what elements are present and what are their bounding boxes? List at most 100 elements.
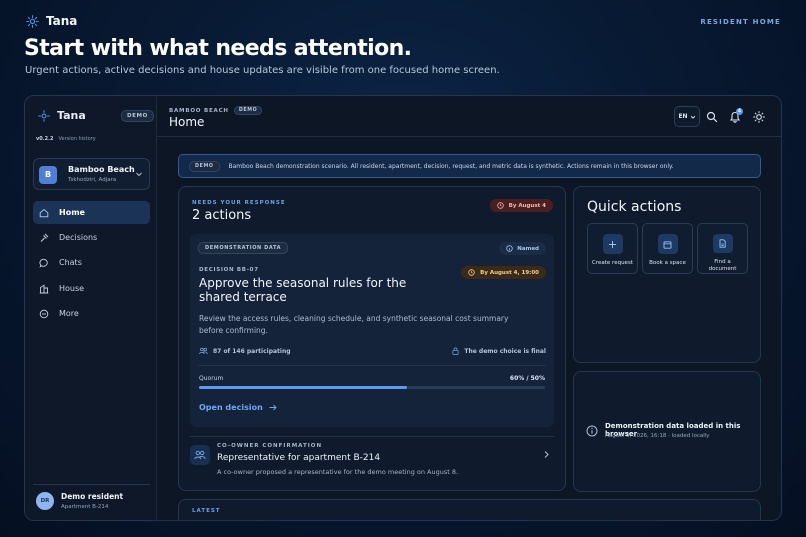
- section-label: RESIDENT HOME: [700, 18, 781, 26]
- document-icon: [719, 239, 726, 248]
- needs-eyebrow: NEEDS YOUR RESPONSE: [192, 200, 286, 206]
- sidebar-item-decisions[interactable]: Decisions: [33, 226, 150, 249]
- find-document-label: Find a document: [708, 259, 737, 272]
- brand: Tana: [26, 14, 77, 28]
- space-selector[interactable]: B Bamboo Beach Tskhodziri, Adjara: [33, 158, 150, 190]
- quorum-value: 60% / 50%: [509, 375, 545, 382]
- create-request-label: Create request: [592, 260, 633, 266]
- space-name: Bamboo Beach: [68, 165, 135, 174]
- coowner-icon-box: [190, 445, 210, 465]
- demo-banner: DEMO Bamboo Beach demonstration scenario…: [178, 154, 761, 178]
- sidebar-item-home[interactable]: Home: [33, 201, 150, 224]
- quick-actions-title: Quick actions: [587, 199, 682, 215]
- sidebar-item-house[interactable]: House: [33, 277, 150, 300]
- demo-badge: DEMO: [121, 110, 154, 122]
- decision-deadline-text: By August 4, 19:00: [480, 269, 539, 276]
- actions-count: 2 actions: [192, 208, 252, 223]
- info-icon: [586, 425, 598, 437]
- sidebar-item-label: More: [59, 309, 79, 318]
- more-icon: [39, 309, 49, 318]
- create-request-button[interactable]: Create request: [587, 223, 638, 274]
- header-divider: [157, 136, 781, 137]
- find-document-button[interactable]: Find a document: [697, 223, 748, 274]
- building-icon: [39, 283, 49, 293]
- decision-card[interactable]: DEMONSTRATION DATA Named DECISION BB-07 …: [190, 234, 554, 427]
- chat-icon: [39, 258, 48, 268]
- calendar-icon: [663, 240, 672, 249]
- data-status-card: Demonstration data loaded in this browse…: [573, 371, 761, 492]
- sun-icon[interactable]: [753, 111, 765, 123]
- home-icon: [39, 208, 49, 217]
- clock-icon: [468, 269, 475, 276]
- user-apartment: Apartment B-214: [61, 504, 109, 510]
- document-icon-box: [712, 234, 733, 253]
- breadcrumb: BAMBOO BEACH DEMO: [169, 106, 263, 115]
- coowner-description: A co-owner proposed a representative for…: [217, 468, 459, 476]
- final-note: The demo choice is final: [452, 347, 546, 355]
- sidebar-divider: [33, 484, 150, 485]
- sidebar-brand-name: Tana: [57, 109, 86, 122]
- people-icon: [194, 450, 206, 460]
- decision-title: Approve the seasonal rules for the share…: [199, 276, 407, 304]
- version-history-link[interactable]: Version history: [59, 136, 96, 142]
- app-window: Tana DEMO v0.2.2 Version history B Bambo…: [24, 95, 782, 521]
- book-space-label: Book a space: [649, 260, 686, 266]
- tana-logo-icon: [38, 109, 50, 122]
- tana-logo-icon: [26, 14, 39, 28]
- banner-text: Bamboo Beach demonstration scenario. All…: [228, 162, 674, 170]
- sidebar-brand[interactable]: Tana: [38, 109, 86, 122]
- coowner-row[interactable]: CO-OWNER CONFIRMATION Representative for…: [217, 443, 458, 476]
- row-divider: [190, 436, 554, 437]
- quorum-label: Quorum: [199, 375, 224, 382]
- chevron-down-icon: [690, 115, 695, 119]
- quorum-progress-fill: [199, 386, 407, 389]
- latest-card: LATEST: [178, 499, 761, 520]
- latest-eyebrow: LATEST: [192, 508, 221, 514]
- book-space-button[interactable]: Book a space: [642, 223, 693, 274]
- deadline-text: By August 4: [508, 202, 546, 209]
- sidebar-item-label: House: [59, 284, 85, 293]
- plus-icon: [609, 240, 616, 248]
- demo-badge: DEMO: [233, 106, 263, 115]
- version-info: v0.2.2 Version history: [36, 136, 96, 142]
- gavel-icon: [40, 233, 49, 242]
- demo-data-tag: DEMONSTRATION DATA: [198, 242, 289, 254]
- chevron-down-icon: [136, 172, 142, 177]
- sidebar-item-label: Decisions: [59, 233, 98, 242]
- version-number: v0.2.2: [36, 136, 54, 142]
- brand-name: Tana: [46, 14, 78, 28]
- chevron-right-icon[interactable]: [543, 450, 550, 459]
- page-title: Home: [169, 115, 205, 129]
- lock-icon: [452, 347, 459, 355]
- language-selector[interactable]: EN: [674, 106, 700, 127]
- named-text: Named: [517, 245, 539, 252]
- calendar-icon-box: [657, 234, 678, 254]
- hero-subtitle: Urgent actions, active decisions and hou…: [25, 65, 500, 76]
- people-icon: [199, 347, 208, 355]
- named-badge: Named: [499, 242, 546, 255]
- user-name: Demo resident: [61, 492, 124, 501]
- demo-badge: DEMO: [189, 160, 220, 172]
- decision-deadline-badge: By August 4, 19:00: [461, 266, 546, 279]
- hero-title: Start with what needs attention.: [24, 36, 412, 61]
- coowner-title: Representative for apartment B-214: [217, 453, 381, 463]
- coowner-eyebrow: CO-OWNER CONFIRMATION: [217, 443, 323, 449]
- open-decision-label: Open decision: [199, 403, 263, 412]
- space-avatar: B: [39, 166, 57, 184]
- open-decision-link[interactable]: Open decision: [199, 403, 277, 412]
- quick-actions-card: Quick actions Create request Book a spac…: [573, 186, 761, 363]
- status-subtitle: August 3, 2026, 16:18 · loaded locally: [605, 433, 710, 439]
- final-note-text: The demo choice is final: [464, 347, 546, 355]
- avatar: DR: [36, 492, 54, 510]
- search-icon[interactable]: [706, 111, 718, 123]
- clock-icon: [496, 202, 504, 209]
- decision-description: Review the access rules, cleaning schedu…: [199, 314, 509, 335]
- sidebar-item-chats[interactable]: Chats: [33, 251, 150, 274]
- decision-id: DECISION BB-07: [199, 267, 259, 273]
- user-profile[interactable]: DR Demo resident Apartment B-214: [36, 492, 123, 510]
- participation-text: 87 of 146 participating: [213, 347, 291, 355]
- info-icon: [506, 245, 513, 252]
- sidebar-item-more[interactable]: More: [33, 302, 150, 325]
- quorum-progress-bar: [199, 386, 545, 389]
- plus-icon-box: [602, 234, 623, 254]
